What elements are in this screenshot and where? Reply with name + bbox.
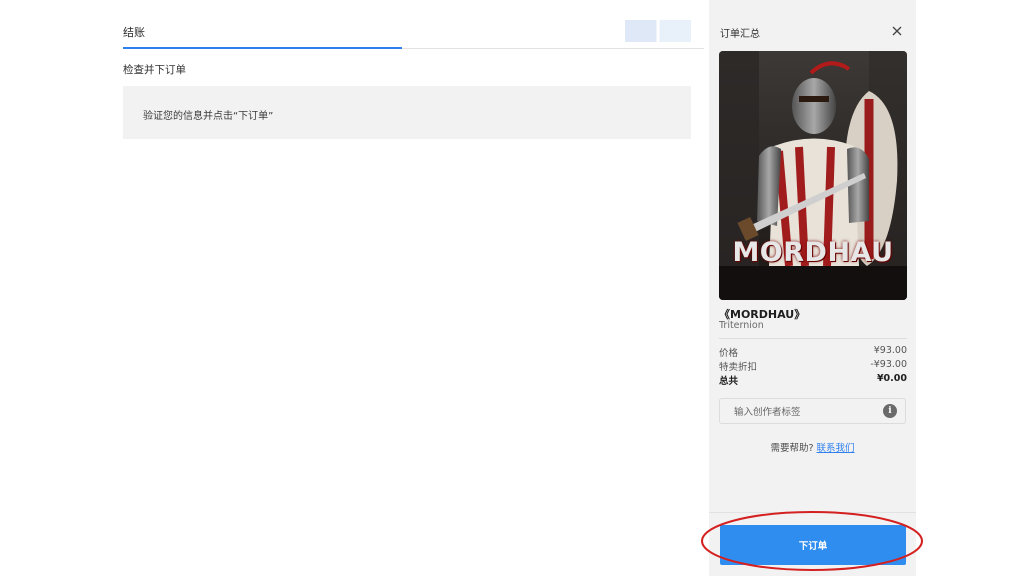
creator-tag-field[interactable]: i (719, 398, 906, 424)
total-label: 总共 (719, 376, 739, 387)
total-row: 总共 ¥0.00 (719, 373, 907, 387)
discount-label: 特卖折扣 (719, 362, 758, 373)
discount-value: -¥93.00 (870, 359, 907, 370)
place-order-button[interactable]: 下订单 (720, 525, 906, 565)
close-button[interactable] (887, 21, 907, 41)
order-summary-panel: 订单汇总 MORDHAU 《MORDHAU》 Triternion 价格 ¥93… (709, 0, 916, 576)
price-label: 价格 (719, 348, 739, 359)
creator-tag-input[interactable] (732, 403, 886, 421)
notice-box: 验证您的信息并点击“下订单” (123, 86, 691, 139)
order-summary-title: 订单汇总 (720, 29, 760, 40)
help-text: 需要帮助? (770, 443, 814, 454)
notice-text: 验证您的信息并点击“下订单” (143, 111, 274, 122)
help-line: 需要帮助? 联系我们 (709, 440, 916, 454)
price-value: ¥93.00 (873, 345, 907, 356)
price-row: 价格 ¥93.00 (719, 345, 907, 359)
footer-divider (709, 512, 916, 513)
total-value: ¥0.00 (876, 373, 907, 384)
divider (719, 338, 907, 339)
blurred-logo (625, 20, 691, 42)
tab-checkout[interactable]: 结账 (123, 24, 145, 40)
section-title: 检查并下订单 (123, 64, 186, 76)
tab-active-indicator (123, 47, 402, 49)
checkout-pane: 结账 检查并下订单 验证您的信息并点击“下订单” (0, 0, 709, 576)
game-cover-image: MORDHAU (719, 51, 907, 300)
cover-title: MORDHAU (732, 237, 894, 268)
contact-us-link[interactable]: 联系我们 (817, 443, 855, 454)
discount-row: 特卖折扣 -¥93.00 (719, 359, 907, 373)
info-icon[interactable]: i (883, 404, 897, 418)
close-icon (892, 26, 902, 36)
publisher-name: Triternion (719, 320, 764, 331)
